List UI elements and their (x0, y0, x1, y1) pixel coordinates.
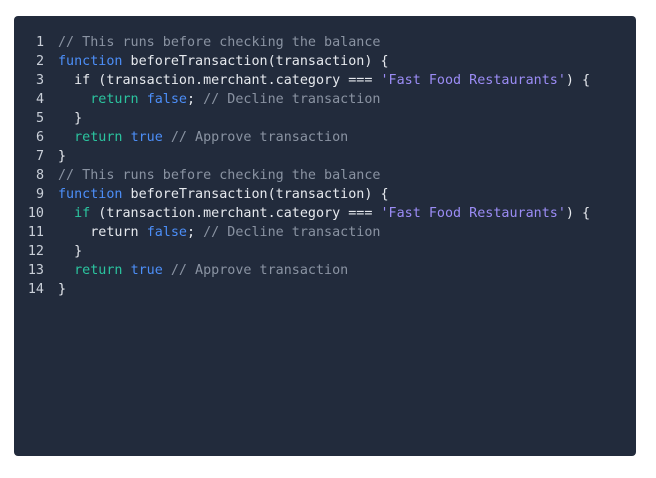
code-line[interactable]: 1 // This runs before checking the balanc… (14, 33, 636, 52)
code-line[interactable]: 9 function beforeTransaction(transaction)… (14, 185, 636, 204)
line-number: 9 (35, 187, 44, 202)
code-token: if (transaction.merchant.category === (58, 73, 381, 88)
code-text: if (transaction.merchant.category === 'F… (58, 73, 590, 88)
code-text: function beforeTransaction(transaction) … (58, 54, 389, 69)
code-line[interactable]: 7} (14, 147, 636, 166)
code-token: beforeTransaction(transaction) { (122, 187, 389, 202)
line-number: 6 (35, 130, 44, 145)
code-token: function (58, 54, 123, 69)
code-line[interactable]: 11 return false; // Decline transaction (14, 223, 636, 242)
line-number: 1 (35, 35, 44, 50)
code-token: (transaction.merchant.category === (90, 206, 381, 221)
code-token: ) { (565, 206, 591, 221)
code-token: ; (187, 92, 204, 107)
code-token: 'Fast Food Restaurants' (380, 73, 566, 88)
code-token: false (146, 92, 187, 107)
line-number: 8 (35, 168, 44, 183)
code-line[interactable]: 3 if (transaction.merchant.category === … (14, 71, 636, 90)
line-number: 7 (35, 149, 44, 164)
line-number: 5 (35, 111, 44, 126)
code-token: // Decline transaction (203, 225, 381, 240)
code-line[interactable]: 13 return true // Approve transaction (14, 261, 636, 280)
line-number: 14 (27, 282, 44, 297)
code-token: } (58, 111, 83, 126)
code-text: function beforeTransaction(transaction) … (58, 187, 389, 202)
line-number: 3 (35, 73, 44, 88)
code-token: } (58, 244, 83, 259)
line-number: 13 (27, 263, 44, 278)
code-token: // Decline transaction (203, 92, 381, 107)
code-token: return (90, 92, 139, 107)
code-token: // This runs before checking the balance (58, 168, 381, 183)
line-number: 2 (35, 54, 44, 69)
code-line[interactable]: 14} (14, 280, 636, 299)
code-text: } (58, 282, 66, 297)
code-token: true (130, 263, 163, 278)
code-text: } (58, 149, 66, 164)
code-line[interactable]: 4 return false; // Decline transaction (14, 90, 636, 109)
code-text: return true // Approve transaction (58, 130, 348, 145)
code-text: if (transaction.merchant.category === 'F… (58, 206, 590, 221)
code-token: return (58, 225, 147, 240)
code-text: return false; // Decline transaction (58, 92, 381, 107)
code-line[interactable]: 5 } (14, 109, 636, 128)
code-token: false (146, 225, 187, 240)
code-token: return (74, 263, 123, 278)
code-token: return (74, 130, 123, 145)
code-text: return true // Approve transaction (58, 263, 348, 278)
code-token: function (58, 187, 123, 202)
code-token: ; (187, 225, 204, 240)
code-editor[interactable]: 1 // This runs before checking the balanc… (14, 16, 636, 456)
line-number: 4 (35, 92, 44, 107)
code-text: } (58, 111, 82, 126)
line-number: 11 (27, 225, 44, 240)
code-text: // This runs before checking the balance (58, 168, 380, 183)
code-token: 'Fast Food Restaurants' (380, 206, 566, 221)
code-token: beforeTransaction(transaction) { (122, 54, 389, 69)
code-token: // This runs before checking the balance (58, 35, 381, 50)
code-token: true (130, 130, 163, 145)
code-token: if (74, 206, 91, 221)
code-token: ) { (565, 73, 591, 88)
code-token: } (58, 282, 67, 297)
code-line[interactable]: 2 function beforeTransaction(transaction)… (14, 52, 636, 71)
code-token: // Approve transaction (170, 263, 349, 278)
code-line[interactable]: 6 return true // Approve transaction (14, 128, 636, 147)
line-number: 10 (27, 206, 44, 221)
code-token: } (58, 149, 67, 164)
code-text: // This runs before checking the balance (58, 35, 380, 50)
code-text: } (58, 244, 82, 259)
line-number: 12 (27, 244, 44, 259)
code-line[interactable]: 12 } (14, 242, 636, 261)
code-line[interactable]: 8 // This runs before checking the balanc… (14, 166, 636, 185)
code-token: // Approve transaction (170, 130, 349, 145)
code-text: return false; // Decline transaction (58, 225, 381, 240)
code-line[interactable]: 10 if (transaction.merchant.category ===… (14, 204, 636, 223)
